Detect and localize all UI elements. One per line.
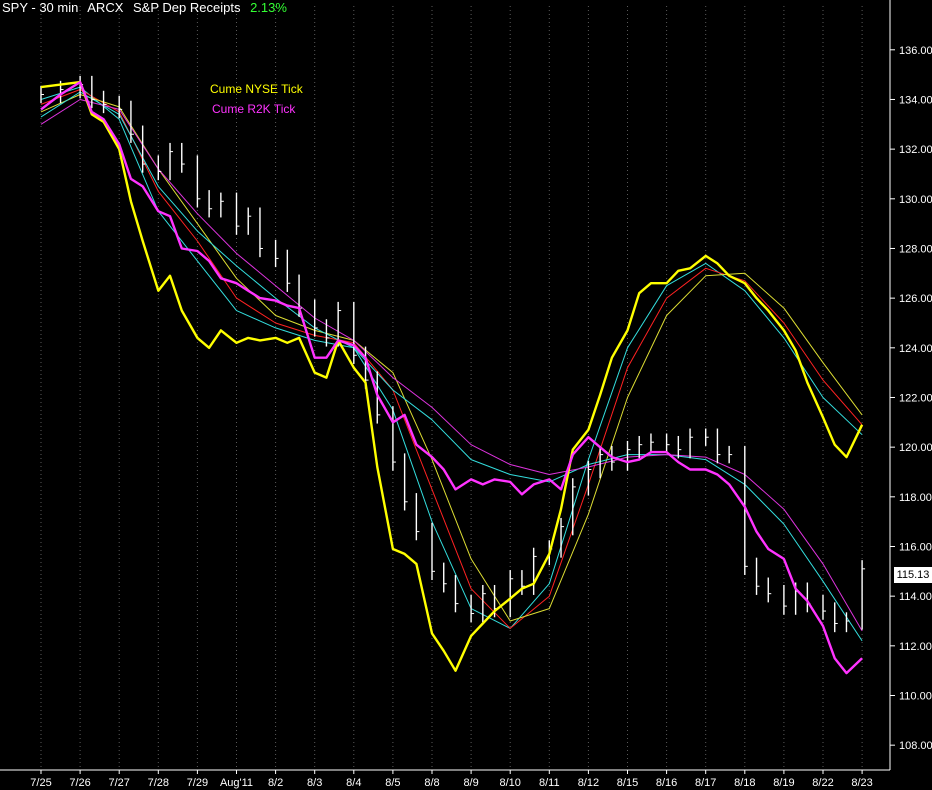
grid-lines: [40, 6, 863, 770]
time-tick-label: 8/8: [424, 777, 439, 789]
time-tick-label: 8/2: [268, 777, 283, 789]
time-tick-label: 7/26: [69, 777, 90, 789]
price-tick-label: 110.00: [899, 690, 932, 702]
nyse-ma-yellow-line: [40, 94, 863, 622]
time-tick-label: 7/27: [108, 777, 129, 789]
description-label: S&P Dep Receipts: [133, 0, 241, 15]
price-tick-label: 124.00: [899, 343, 932, 355]
time-tick-label: 7/28: [148, 777, 169, 789]
exchange-label: ARCX: [87, 0, 124, 15]
time-tick-label: 8/12: [578, 777, 599, 789]
legend-nyse-tick: Cume NYSE Tick: [210, 82, 303, 96]
time-tick-label: 8/18: [734, 777, 755, 789]
price-tick-label: 130.00: [899, 194, 932, 206]
time-tick-label: 8/10: [499, 777, 520, 789]
r2k-ma-magenta-line: [40, 99, 863, 632]
price-tick-label: 122.00: [899, 392, 932, 404]
symbol-label: SPY - 30 min: [2, 0, 79, 15]
price-tick-label: 134.00: [899, 94, 932, 106]
price-tick-label: 128.00: [899, 243, 932, 255]
nyse-ma-red-line: [40, 89, 863, 629]
price-tick-label: 114.00: [899, 591, 932, 603]
change-percent: 2.13%: [250, 0, 287, 15]
time-tick-label: Aug'11: [220, 777, 253, 789]
price-tick-label: 116.00: [899, 541, 932, 553]
r2k-tick-line: [40, 80, 863, 675]
price-tick-label: 118.00: [899, 492, 932, 504]
price-tick-label: 112.00: [899, 641, 932, 653]
price-tick-label: 108.00: [899, 740, 932, 752]
last-price-marker: 115.13: [894, 567, 932, 583]
time-tick-label: 8/11: [539, 777, 560, 789]
time-tick-label: 8/22: [812, 777, 833, 789]
time-tick-label: 8/4: [346, 777, 361, 789]
time-tick-label: 7/25: [30, 777, 51, 789]
price-tick-label: 136.00: [899, 45, 932, 57]
time-tick-label: 8/15: [617, 777, 638, 789]
price-tick-label: 126.00: [899, 293, 932, 305]
price-axis: 108.00 110.00 112.00 114.00 116.00 118.00 120.…: [0, 0, 932, 771]
nyse-ma-cyan-line: [40, 86, 863, 629]
time-tick-label: 7/29: [187, 777, 208, 789]
r2k-ma-cyan-line: [40, 91, 863, 642]
time-tick-label: 8/3: [307, 777, 322, 789]
time-tick-label: 8/9: [463, 777, 478, 789]
time-tick-label: 8/23: [851, 777, 872, 789]
price-tick-label: 132.00: [899, 144, 932, 156]
time-tick-label: 8/19: [773, 777, 794, 789]
chart-header: SPY - 30 min ARCX S&P Dep Receipts 2.13%: [2, 0, 293, 18]
legend-r2k-tick: Cume R2K Tick: [212, 102, 296, 116]
series-layer: [40, 75, 866, 675]
time-tick-label: 8/5: [385, 777, 400, 789]
nyse-tick-line: [40, 80, 864, 672]
time-axis: 7/25 7/26 7/27 7/28 7/29 Aug'11 8/2 8/3 8/4 8/5 8/…: [30, 770, 873, 789]
time-tick-label: 8/16: [656, 777, 677, 789]
time-tick-label: 8/17: [695, 777, 716, 789]
price-chart[interactable]: 108.00 110.00 112.00 114.00 116.00 118.00 120.…: [0, 0, 932, 790]
price-tick-label: 120.00: [899, 442, 932, 454]
